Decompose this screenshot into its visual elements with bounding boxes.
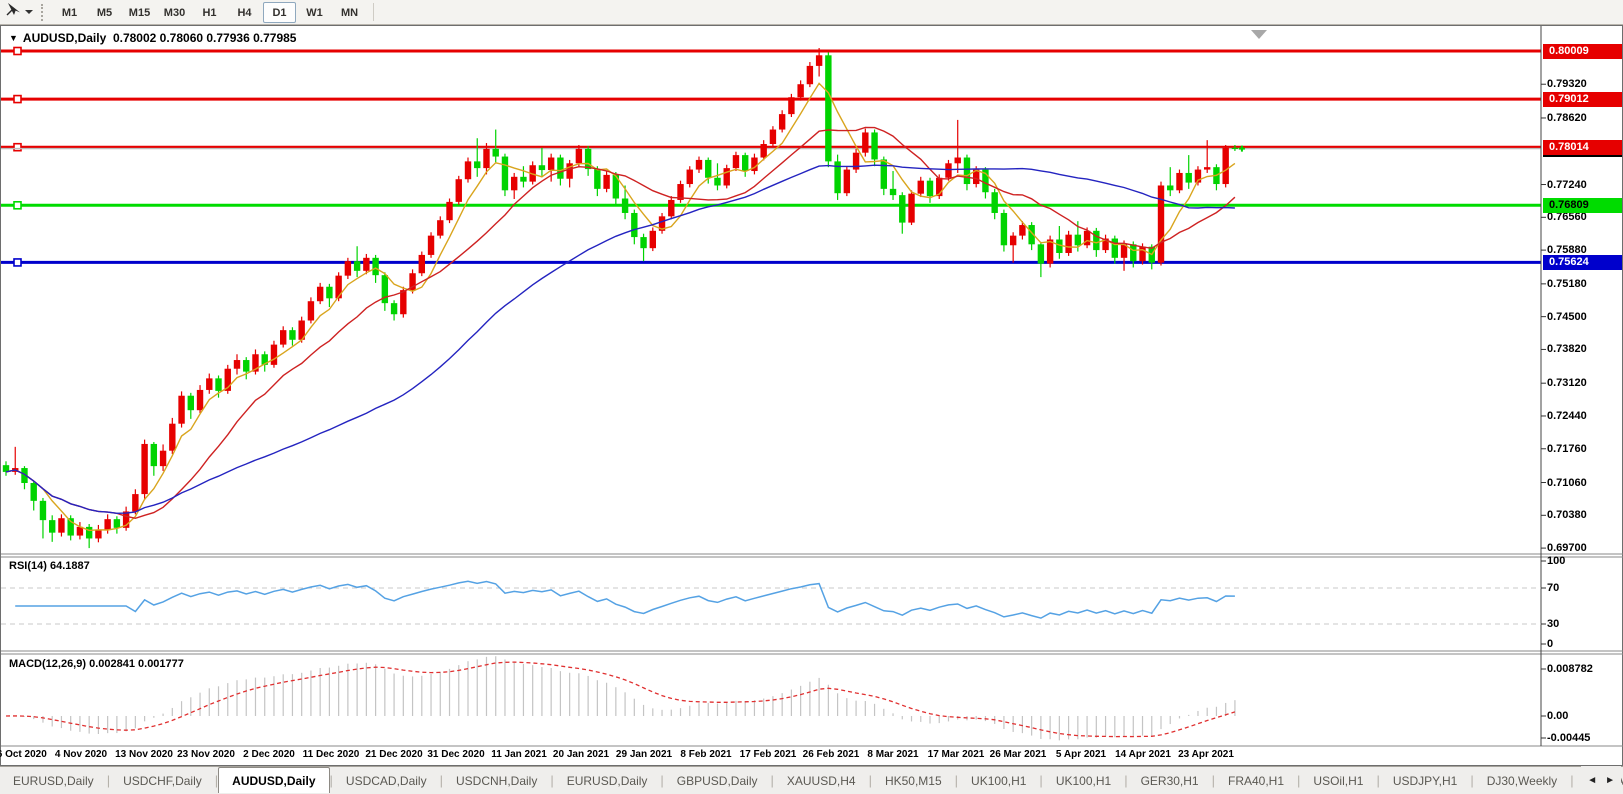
tab-label: USOil,H1 <box>1300 774 1376 788</box>
ohlc-values: 0.78002 0.78060 0.77936 0.77985 <box>113 31 297 45</box>
timeframe-button-m15[interactable]: M15 <box>123 2 156 23</box>
tab-label: USDCNH,Daily <box>443 774 550 788</box>
tab-scroll-left-icon[interactable]: ◄ <box>1587 775 1597 786</box>
symbol-tab-usdcad-daily[interactable]: USDCAD,Daily <box>333 767 440 794</box>
symbol-tab-uk100-h1[interactable]: UK100,H1 <box>1043 767 1124 794</box>
tab-label: UK100,H1 <box>958 774 1039 788</box>
tab-label: USDCAD,Daily <box>333 774 440 788</box>
tab-label: XAUUSD,H4 <box>774 774 869 788</box>
chevron-down-icon <box>25 10 33 14</box>
price-chart[interactable] <box>1 26 1623 767</box>
symbol-tab-gbpusd-daily[interactable]: GBPUSD,Daily <box>664 767 771 794</box>
tab-label: UK100,H1 <box>1043 774 1124 788</box>
timeframe-button-d1[interactable]: D1 <box>263 2 296 23</box>
macd-label: MACD(12,26,9) 0.002841 0.001777 <box>9 658 184 670</box>
timeframe-button-h1[interactable]: H1 <box>193 2 226 23</box>
tab-scrollers: ◄ ► <box>1581 766 1621 794</box>
tab-label: DJ30,Weekly <box>1474 774 1570 788</box>
cursor-tool-icon <box>6 2 21 22</box>
symbol-tab-bar: EURUSD,Daily|USDCHF,Daily|AUDUSD,Daily|U… <box>0 766 1623 794</box>
tab-label: USDCHF,Daily <box>110 774 215 788</box>
collapse-triangle-icon: ▼ <box>9 33 18 43</box>
chart-window: 0.793200.786200.772400.765600.758800.751… <box>0 25 1623 766</box>
rsi-label: RSI(14) 64.1887 <box>9 560 90 572</box>
chart-tools-button[interactable] <box>0 2 39 22</box>
chart-title[interactable]: ▼ AUDUSD,Daily 0.78002 0.78060 0.77936 0.… <box>9 31 296 45</box>
symbol-tab-uk100-h1[interactable]: UK100,H1 <box>958 767 1039 794</box>
timeframe-button-mn[interactable]: MN <box>333 2 366 23</box>
tab-label: AUDUSD,Daily <box>218 767 329 793</box>
toolbar-grip[interactable] <box>41 4 46 21</box>
tab-label: EURUSD,Daily <box>0 774 107 788</box>
symbol-tab-usoil-h1[interactable]: USOil,H1 <box>1300 767 1376 794</box>
toolbar-separator <box>373 3 374 21</box>
timeframe-button-h4[interactable]: H4 <box>228 2 261 23</box>
symbol-tab-usdjpy-h1[interactable]: USDJPY,H1 <box>1380 767 1470 794</box>
timeframe-button-w1[interactable]: W1 <box>298 2 331 23</box>
symbol-tab-audusd-daily[interactable]: AUDUSD,Daily <box>218 767 329 794</box>
symbol-tab-hk50-m15[interactable]: HK50,M15 <box>872 767 955 794</box>
symbol-tab-eurusd-daily[interactable]: EURUSD,Daily <box>0 767 107 794</box>
symbol-period-label: AUDUSD,Daily <box>23 31 106 45</box>
symbol-tab-usdchf-daily[interactable]: USDCHF,Daily <box>110 767 215 794</box>
tab-label: USDJPY,H1 <box>1380 774 1470 788</box>
symbol-tab-xauusd-h4[interactable]: XAUUSD,H4 <box>774 767 869 794</box>
tab-label: FRA40,H1 <box>1215 774 1297 788</box>
tab-label: HK50,M15 <box>872 774 955 788</box>
symbol-tab-dj30-weekly[interactable]: DJ30,Weekly <box>1474 767 1570 794</box>
symbol-tab-usdcnh-daily[interactable]: USDCNH,Daily <box>443 767 550 794</box>
timeframe-button-m30[interactable]: M30 <box>158 2 191 23</box>
symbol-tab-eurusd-daily[interactable]: EURUSD,Daily <box>554 767 661 794</box>
timeframe-button-m5[interactable]: M5 <box>88 2 121 23</box>
tab-scroll-right-icon[interactable]: ► <box>1605 775 1615 786</box>
timeframe-button-m1[interactable]: M1 <box>53 2 86 23</box>
tab-label: GER30,H1 <box>1128 774 1212 788</box>
top-toolbar: M1M5M15M30H1H4D1W1MN <box>0 0 1623 25</box>
tab-label: GBPUSD,Daily <box>664 774 771 788</box>
symbol-tab-ger30-h1[interactable]: GER30,H1 <box>1128 767 1212 794</box>
symbol-tab-fra40-h1[interactable]: FRA40,H1 <box>1215 767 1297 794</box>
timeframe-button-group: M1M5M15M30H1H4D1W1MN <box>52 2 367 23</box>
tab-label: EURUSD,Daily <box>554 774 661 788</box>
